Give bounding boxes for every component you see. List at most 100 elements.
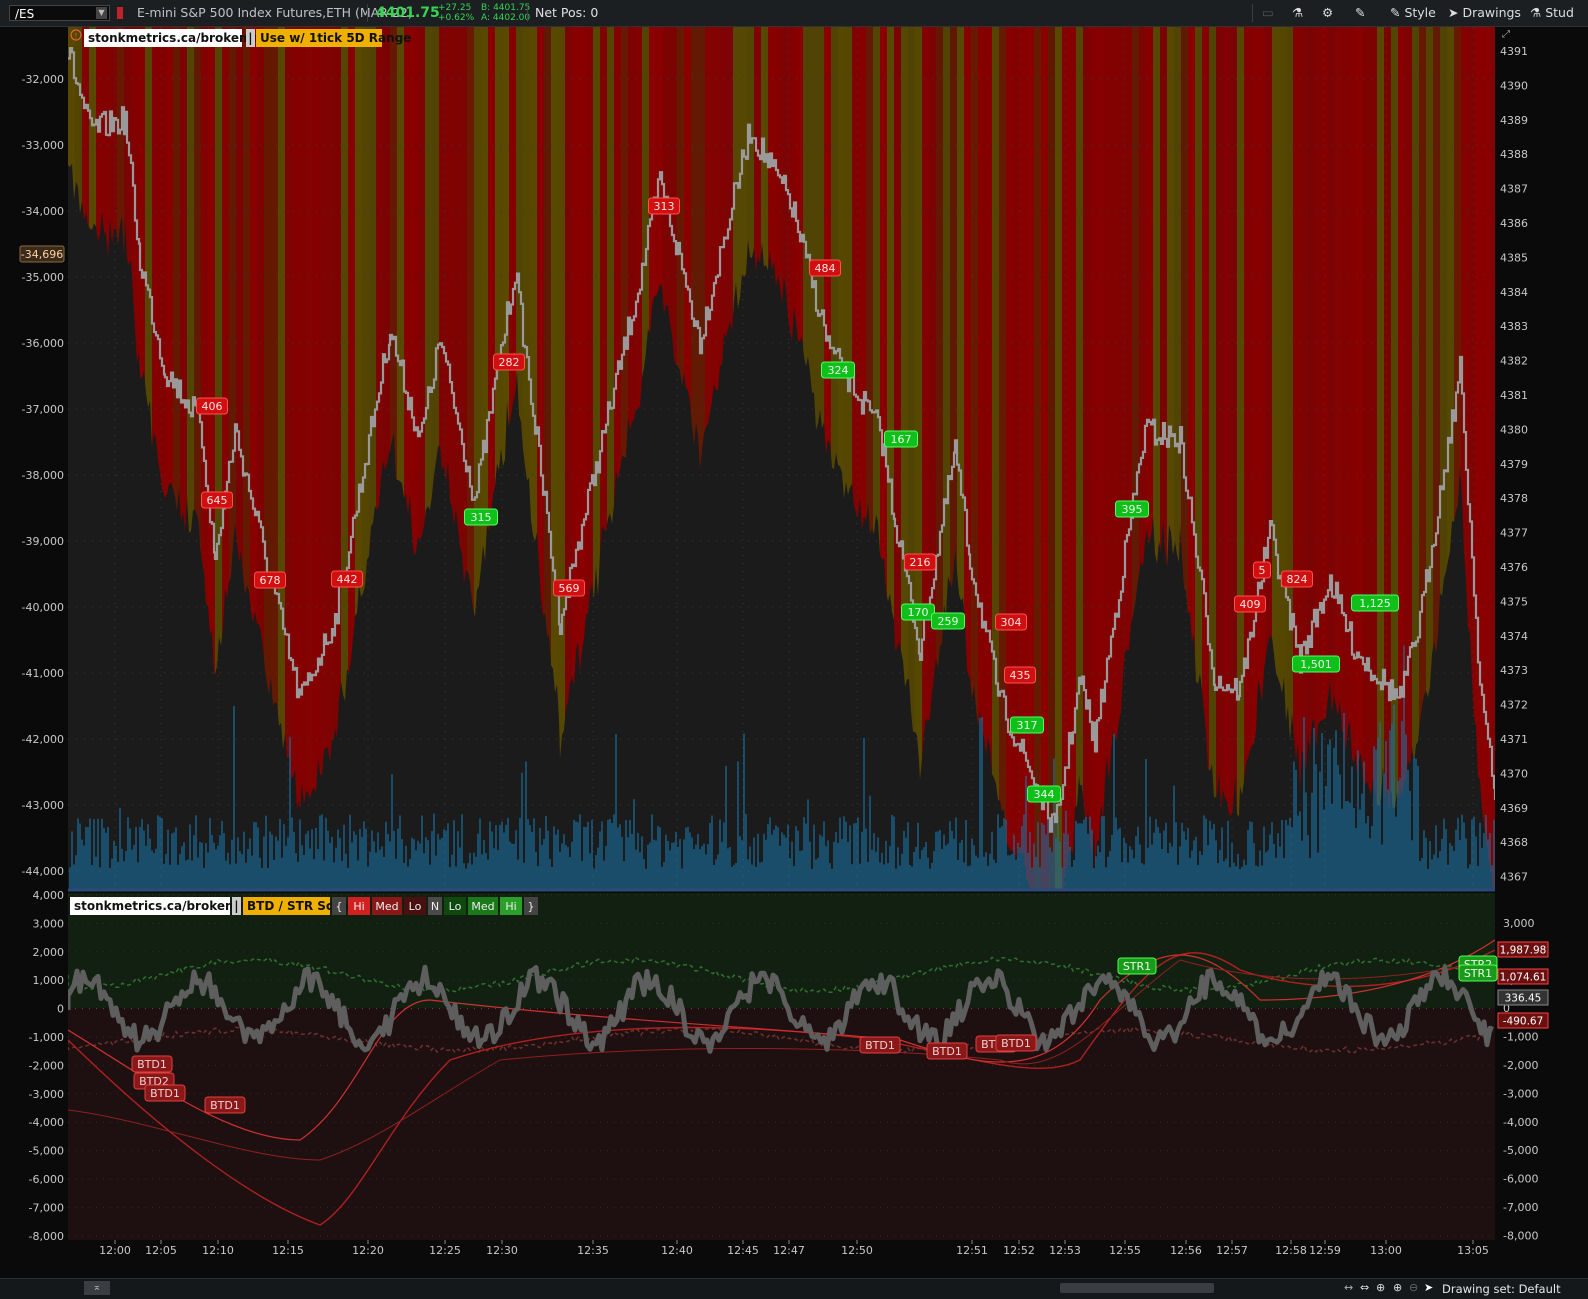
crosshair-icon[interactable]: ⊕ xyxy=(1376,1281,1385,1294)
left-axis-tick: -32,000 xyxy=(22,73,64,86)
zoom-in-icon[interactable]: ⊕ xyxy=(1393,1281,1402,1294)
time-label: 12:53 xyxy=(1049,1244,1081,1257)
pointer-icon[interactable]: ➤ xyxy=(1424,1281,1433,1294)
link-color-icon[interactable] xyxy=(117,7,123,19)
heat-stripe xyxy=(306,27,313,889)
scale-item-text: Lo xyxy=(409,900,422,913)
scale-item-text: } xyxy=(528,900,535,913)
flask-icon[interactable]: ⚗ xyxy=(1292,4,1303,22)
right-axis-tick: 4371 xyxy=(1500,733,1528,746)
right-axis-tick: 4385 xyxy=(1500,251,1528,264)
red-order-value: 216 xyxy=(910,556,931,569)
right-axis-tick: -2,000 xyxy=(1503,1059,1538,1072)
heat-stripe xyxy=(1237,27,1244,889)
right-axis-tick: 4376 xyxy=(1500,561,1528,574)
scroll-arrows-icon[interactable]: ↔ xyxy=(1344,1281,1353,1294)
horizontal-scrollbar[interactable] xyxy=(1060,1283,1214,1293)
btd-label-text: BTD1 xyxy=(932,1045,962,1058)
left-axis-tick: -1,000 xyxy=(29,1031,64,1044)
symbol-input[interactable]: /ES ▼ xyxy=(9,5,110,21)
left-axis-tick: -34,000 xyxy=(22,205,64,218)
divider xyxy=(1252,4,1253,22)
time-label: 12:05 xyxy=(145,1244,177,1257)
bottom-status-bar: ⌅ ↔ ⇔ ⊕ ⊕ ⊖ ➤ Drawing set: Default xyxy=(0,1278,1588,1299)
time-label: 13:05 xyxy=(1457,1244,1489,1257)
btd-zone xyxy=(68,1008,1495,1240)
collapse-panel-button[interactable]: ⌅ xyxy=(84,1281,110,1295)
right-axis-tick: -3,000 xyxy=(1503,1087,1538,1100)
red-order-value: 678 xyxy=(260,574,281,587)
right-axis-tick: 4374 xyxy=(1500,630,1528,643)
time-label: 12:40 xyxy=(661,1244,693,1257)
right-axis-tick: 4373 xyxy=(1500,664,1528,677)
expand-icon-glyph: ⤢ xyxy=(1502,29,1510,40)
scale-item-text: { xyxy=(336,900,343,913)
pan-icon[interactable]: ⇔ xyxy=(1360,1281,1369,1294)
left-axis-tick: -35,000 xyxy=(22,271,64,284)
left-axis-tick: -5,000 xyxy=(29,1145,64,1158)
price-change-pct: +0.62% xyxy=(438,13,475,23)
right-value-text: -490.67 xyxy=(1503,1016,1544,1028)
green-order-value: 170 xyxy=(908,606,929,619)
red-order-value: 5 xyxy=(1259,564,1266,577)
heat-stripe xyxy=(1216,27,1223,889)
green-order-value: 315 xyxy=(471,511,492,524)
right-axis-tick: 4372 xyxy=(1500,699,1528,712)
left-axis-tick: 1,000 xyxy=(33,974,65,987)
left-axis-tick: -41,000 xyxy=(22,667,64,680)
right-axis-tick: 4387 xyxy=(1500,183,1528,196)
green-order-value: 344 xyxy=(1034,788,1055,801)
studies-button[interactable]: ⚗ Stud xyxy=(1530,4,1574,22)
pencil-icon[interactable]: ✎ xyxy=(1355,4,1365,22)
heat-stripe xyxy=(999,27,1006,889)
note-label: Use w/ 1tick 5D Range xyxy=(260,31,411,45)
right-axis-tick: 4390 xyxy=(1500,79,1528,92)
heat-stripe xyxy=(1041,27,1048,889)
screenshot-icon[interactable]: ▭ xyxy=(1262,4,1274,22)
heat-stripe xyxy=(1230,27,1237,889)
right-axis-tick: 4386 xyxy=(1500,217,1528,230)
style-button[interactable]: ✎ Style xyxy=(1390,4,1436,22)
heat-stripe xyxy=(1006,27,1013,889)
drawings-button[interactable]: ➤ Drawings xyxy=(1448,4,1521,22)
heat-stripe xyxy=(1090,27,1097,889)
red-order-value: 569 xyxy=(559,582,580,595)
right-axis-tick: -6,000 xyxy=(1503,1173,1538,1186)
divider xyxy=(367,4,368,22)
zoom-out-icon[interactable]: ⊖ xyxy=(1409,1281,1418,1294)
chevron-down-icon[interactable]: ▼ xyxy=(96,7,107,19)
time-label: 12:50 xyxy=(841,1244,873,1257)
left-axis-tick: -36,000 xyxy=(22,337,64,350)
btd-label-text: BTD1 xyxy=(865,1039,895,1052)
study-label: stonkmetrics.ca/brokemap xyxy=(88,31,269,45)
right-axis-tick: -1,000 xyxy=(1503,1031,1538,1044)
time-label: 12:35 xyxy=(577,1244,609,1257)
chart-area[interactable]: 406 645 678 442 282 569 313 484 216 304 435 409 5 824… xyxy=(0,27,1588,1277)
left-axis-tick: 4,000 xyxy=(33,889,65,902)
bar-divider-text: | xyxy=(248,31,252,45)
cursor-icon: ➤ xyxy=(1448,5,1463,20)
current-value-text: -34,696 xyxy=(21,248,63,261)
time-label: 12:59 xyxy=(1309,1244,1341,1257)
time-label: 12:52 xyxy=(1003,1244,1035,1257)
str-label-text: STR1 xyxy=(1464,967,1492,980)
scale-legend: {Hi Med Lo N Lo Med Hi} xyxy=(332,897,538,915)
right-axis-tick: 4377 xyxy=(1500,527,1528,540)
heat-stripe xyxy=(1482,27,1489,889)
btd-label-text: BTD1 xyxy=(210,1099,240,1112)
left-axis-tick: -33,000 xyxy=(22,139,64,152)
gear-icon[interactable]: ⚙ xyxy=(1322,4,1333,22)
lower-bar-divider-text: | xyxy=(234,899,238,913)
right-axis-tick: -7,000 xyxy=(1503,1201,1538,1214)
heat-stripe xyxy=(1013,27,1020,889)
right-axis-tick: 4375 xyxy=(1500,595,1528,608)
left-axis-tick: 3,000 xyxy=(33,917,65,930)
ask-price: A: 4402.00 xyxy=(481,13,531,23)
left-axis-tick: -44,000 xyxy=(22,865,64,878)
scale-item-text: Med xyxy=(375,900,398,913)
right-axis-tick: 4391 xyxy=(1500,45,1528,58)
alert-icon-glyph: ! xyxy=(74,32,77,41)
red-order-value: 484 xyxy=(815,262,836,275)
right-value-text: 1,074.61 xyxy=(1500,972,1547,984)
right-axis-tick: -8,000 xyxy=(1503,1229,1538,1242)
